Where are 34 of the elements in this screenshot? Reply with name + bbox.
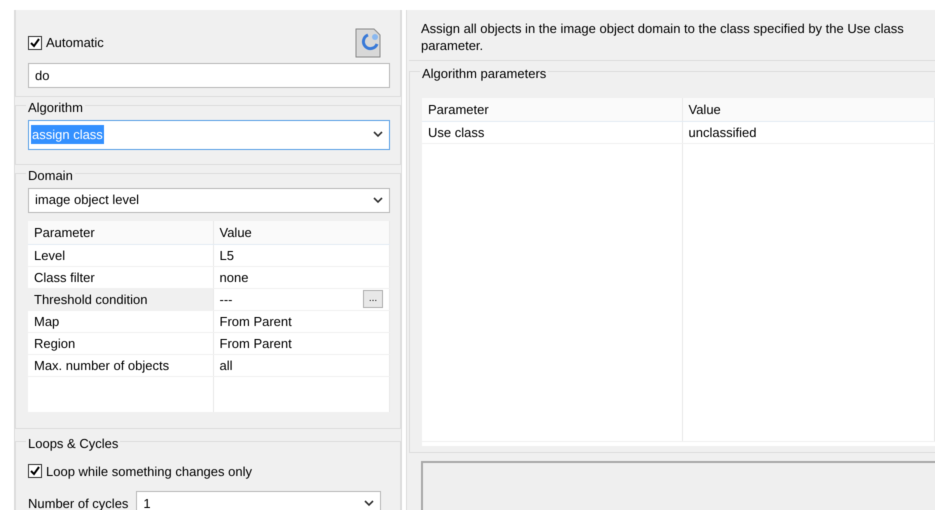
cycles-dropdown[interactable]: 1 (136, 491, 382, 510)
group-label: Domain (26, 169, 75, 183)
parameter-cell: Use class (422, 122, 682, 144)
document-icon (354, 27, 382, 59)
loop-checkbox[interactable]: Loop while something changes only (28, 462, 390, 481)
column-header: Value (213, 220, 390, 244)
checkmark-icon (29, 37, 41, 49)
algorithm-description: Assign all objects in the image object domain to the class specified by the Use class parameter. (409, 10, 935, 61)
parameter-cell: Level (28, 244, 213, 266)
value-cell: all (213, 354, 390, 376)
parameter-cell: Map (28, 310, 213, 332)
column-header: Parameter (422, 98, 682, 122)
value-cell: unclassified (682, 122, 934, 144)
group-label: Loops & Cycles (26, 437, 120, 451)
browse-button[interactable]: ... (363, 290, 383, 308)
value-cell: none (213, 266, 390, 288)
name-field[interactable]: do (28, 63, 390, 88)
column-header: Parameter (28, 220, 213, 244)
parameter-cell: Threshold condition (28, 288, 213, 310)
group-label: Algorithm (26, 101, 85, 115)
chevron-icon (373, 196, 383, 204)
parameter-cell: Region (28, 332, 213, 354)
chevron-icon (364, 500, 374, 507)
chevron-icon (373, 131, 383, 138)
group-label: Algorithm parameters (420, 67, 548, 81)
parameter-cell: Max. number of objects (28, 354, 213, 376)
column-header: Value (682, 98, 934, 122)
domain-dropdown[interactable]: image object level (28, 188, 390, 212)
value-cell: L5 (213, 244, 390, 266)
value-cell: From Parent (213, 310, 390, 332)
value-cell: From Parent (213, 332, 390, 354)
automatic-checkbox[interactable]: Automatic (28, 33, 104, 53)
checkmark-icon (29, 465, 41, 478)
value-cell: --- (220, 292, 232, 307)
